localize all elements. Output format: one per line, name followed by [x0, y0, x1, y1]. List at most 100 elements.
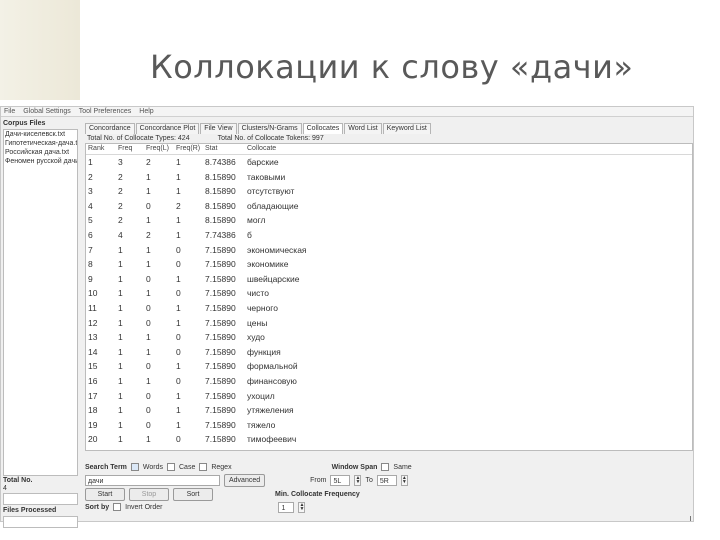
regex-checkbox[interactable] — [199, 463, 208, 471]
table-row[interactable]: 5 2 1 1 8.15890 могл — [86, 213, 692, 228]
sort-by-label: Sort by — [85, 503, 110, 511]
search-term-input[interactable]: дачи — [85, 474, 220, 486]
cell-freq: 3 — [118, 157, 123, 167]
span-to-input[interactable]: 5R — [376, 474, 397, 486]
span-to-label: To — [365, 476, 373, 484]
cell-freq-r: 1 — [176, 229, 181, 240]
column-header-rank[interactable]: Rank — [86, 144, 118, 154]
cell-freq-r: 2 — [176, 200, 181, 211]
tab-collocates[interactable]: Collocates — [302, 123, 344, 134]
cell-freq: 1 — [118, 288, 123, 299]
span-to-spinner[interactable]: ▲ ▼ — [400, 474, 408, 486]
cell-freq-l: 0 — [146, 361, 151, 372]
column-header-freq[interactable]: Freq — [118, 144, 146, 154]
cell-freq-l: 1 — [146, 346, 151, 357]
corpus-file-item[interactable]: Феномен русской дачи — [4, 157, 77, 166]
min-frequency-spinner[interactable]: ▲ ▼ — [298, 501, 306, 513]
collocates-table[interactable]: Rank Freq Freq(L) Freq(R) Stat Collocate… — [85, 143, 693, 451]
cell-freq: 1 — [118, 332, 123, 343]
table-row[interactable]: 2 2 1 1 8.15890 таковыми — [86, 170, 692, 185]
menu-tool-preferences[interactable]: Tool Preferences — [79, 107, 132, 116]
invert-order-checkbox[interactable] — [113, 503, 122, 511]
tab-word-list[interactable]: Word List — [344, 123, 382, 134]
cell-freq: 2 — [118, 215, 123, 226]
case-checkbox[interactable] — [167, 463, 175, 471]
table-row[interactable]: 4 2 0 2 8.15890 обладающие — [86, 199, 692, 214]
cell-freq-l: 0 — [146, 200, 151, 211]
cell-freq: 1 — [118, 405, 123, 416]
tab-concordance-plot[interactable]: Concordance Plot — [135, 123, 200, 134]
table-row[interactable]: 17 1 0 1 7.15890 ухоцил — [86, 389, 692, 404]
same-checkbox[interactable] — [381, 463, 390, 471]
advanced-button[interactable]: Advanced — [224, 473, 266, 487]
cell-collocate: швейцарские — [247, 273, 300, 284]
corpus-file-item[interactable]: Гипотетическая-дача.txt — [4, 139, 77, 148]
cell-freq-l: 1 — [146, 375, 151, 386]
cell-collocate: чисто — [247, 288, 269, 299]
column-header-collocate[interactable]: Collocate — [247, 144, 407, 154]
cell-stat: 8.74386 — [205, 157, 236, 167]
table-row[interactable]: 8 1 1 0 7.15890 экономике — [86, 257, 692, 272]
menu-global-settings[interactable]: Global Settings — [23, 107, 70, 116]
cell-freq-l: 1 — [146, 244, 151, 255]
table-row[interactable]: 7 1 1 0 7.15890 экономическая — [86, 243, 692, 258]
table-row[interactable]: 18 1 0 1 7.15890 утяжеления — [86, 403, 692, 418]
column-header-freq-l[interactable]: Freq(L) — [146, 144, 176, 154]
table-row[interactable]: 13 1 1 0 7.15890 худо — [86, 330, 692, 345]
min-frequency-input[interactable]: 1 — [278, 501, 295, 513]
cell-collocate: отсутствуют — [247, 186, 295, 197]
cell-freq-l: 1 — [146, 288, 151, 299]
table-row[interactable]: 19 1 0 1 7.15890 тяжело — [86, 418, 692, 433]
tab-clusters[interactable]: Clusters/N-Grams — [237, 123, 302, 134]
table-row[interactable]: 12 1 0 1 7.15890 цены — [86, 316, 692, 331]
cell-collocate: цены — [247, 317, 268, 328]
table-row[interactable]: 20 1 1 0 7.15890 тимофеевич — [86, 432, 692, 447]
cell-freq-r: 0 — [176, 288, 181, 299]
tab-keyword-list[interactable]: Keyword List — [382, 123, 431, 134]
corpus-file-item[interactable]: Дачи-киселевск.txt — [4, 130, 77, 139]
cell-rank: 17 — [88, 390, 98, 401]
cell-freq-l: 1 — [146, 259, 151, 270]
collocate-types-count: Total No. of Collocate Types: 424 — [87, 135, 190, 142]
menu-help[interactable]: Help — [139, 107, 153, 116]
column-header-stat[interactable]: Stat — [205, 144, 247, 154]
cell-rank: 4 — [88, 200, 93, 211]
table-row[interactable]: 6 4 2 1 7.74386 б — [86, 228, 692, 243]
span-from-spinner[interactable]: ▲ ▼ — [354, 474, 362, 486]
cell-freq-r: 1 — [176, 157, 181, 167]
menu-file[interactable]: File — [4, 107, 15, 116]
sort-button[interactable]: Sort — [173, 487, 213, 501]
files-processed-box — [3, 516, 78, 528]
table-row[interactable]: 9 1 0 1 7.15890 швейцарские — [86, 272, 692, 287]
table-row[interactable]: 14 1 1 0 7.15890 функция — [86, 345, 692, 360]
start-button[interactable]: Start — [85, 487, 125, 501]
table-row[interactable]: 11 1 0 1 7.15890 черного — [86, 301, 692, 316]
cell-freq-r: 1 — [176, 317, 181, 328]
cell-stat: 8.15890 — [205, 171, 236, 182]
corpus-file-item[interactable]: Российская дача.txt — [4, 148, 77, 157]
table-row[interactable]: 1 3 2 1 8.74386 барские — [86, 155, 692, 170]
cell-rank: 11 — [88, 302, 97, 313]
cell-freq-l: 1 — [146, 215, 151, 226]
cell-freq-l: 0 — [146, 302, 151, 313]
cell-rank: 14 — [88, 346, 98, 357]
cell-collocate: тимофеевич — [247, 434, 297, 445]
cell-collocate: обладающие — [247, 200, 299, 211]
cell-collocate: таковыми — [247, 171, 286, 182]
slide-edge-mark — [690, 516, 691, 521]
stop-button[interactable]: Stop — [129, 487, 169, 501]
table-row[interactable]: 16 1 1 0 7.15890 финансовую — [86, 374, 692, 389]
table-row[interactable]: 10 1 1 0 7.15890 чисто — [86, 286, 692, 301]
corpus-file-list[interactable]: Дачи-киселевск.txt Гипотетическая-дача.t… — [3, 129, 78, 476]
words-checkbox[interactable] — [130, 463, 139, 471]
tab-concordance[interactable]: Concordance — [85, 123, 135, 134]
cell-stat: 7.15890 — [205, 288, 236, 299]
table-row[interactable]: 15 1 0 1 7.15890 формальной — [86, 359, 692, 374]
cell-freq-l: 0 — [146, 390, 151, 401]
span-from-input[interactable]: 5L — [330, 474, 351, 486]
column-header-freq-r[interactable]: Freq(R) — [176, 144, 205, 154]
tab-file-view[interactable]: File View — [200, 123, 237, 134]
table-row[interactable]: 3 2 1 1 8.15890 отсутствуют — [86, 184, 692, 199]
cell-stat: 7.15890 — [205, 375, 236, 386]
cell-stat: 8.15890 — [205, 186, 236, 197]
